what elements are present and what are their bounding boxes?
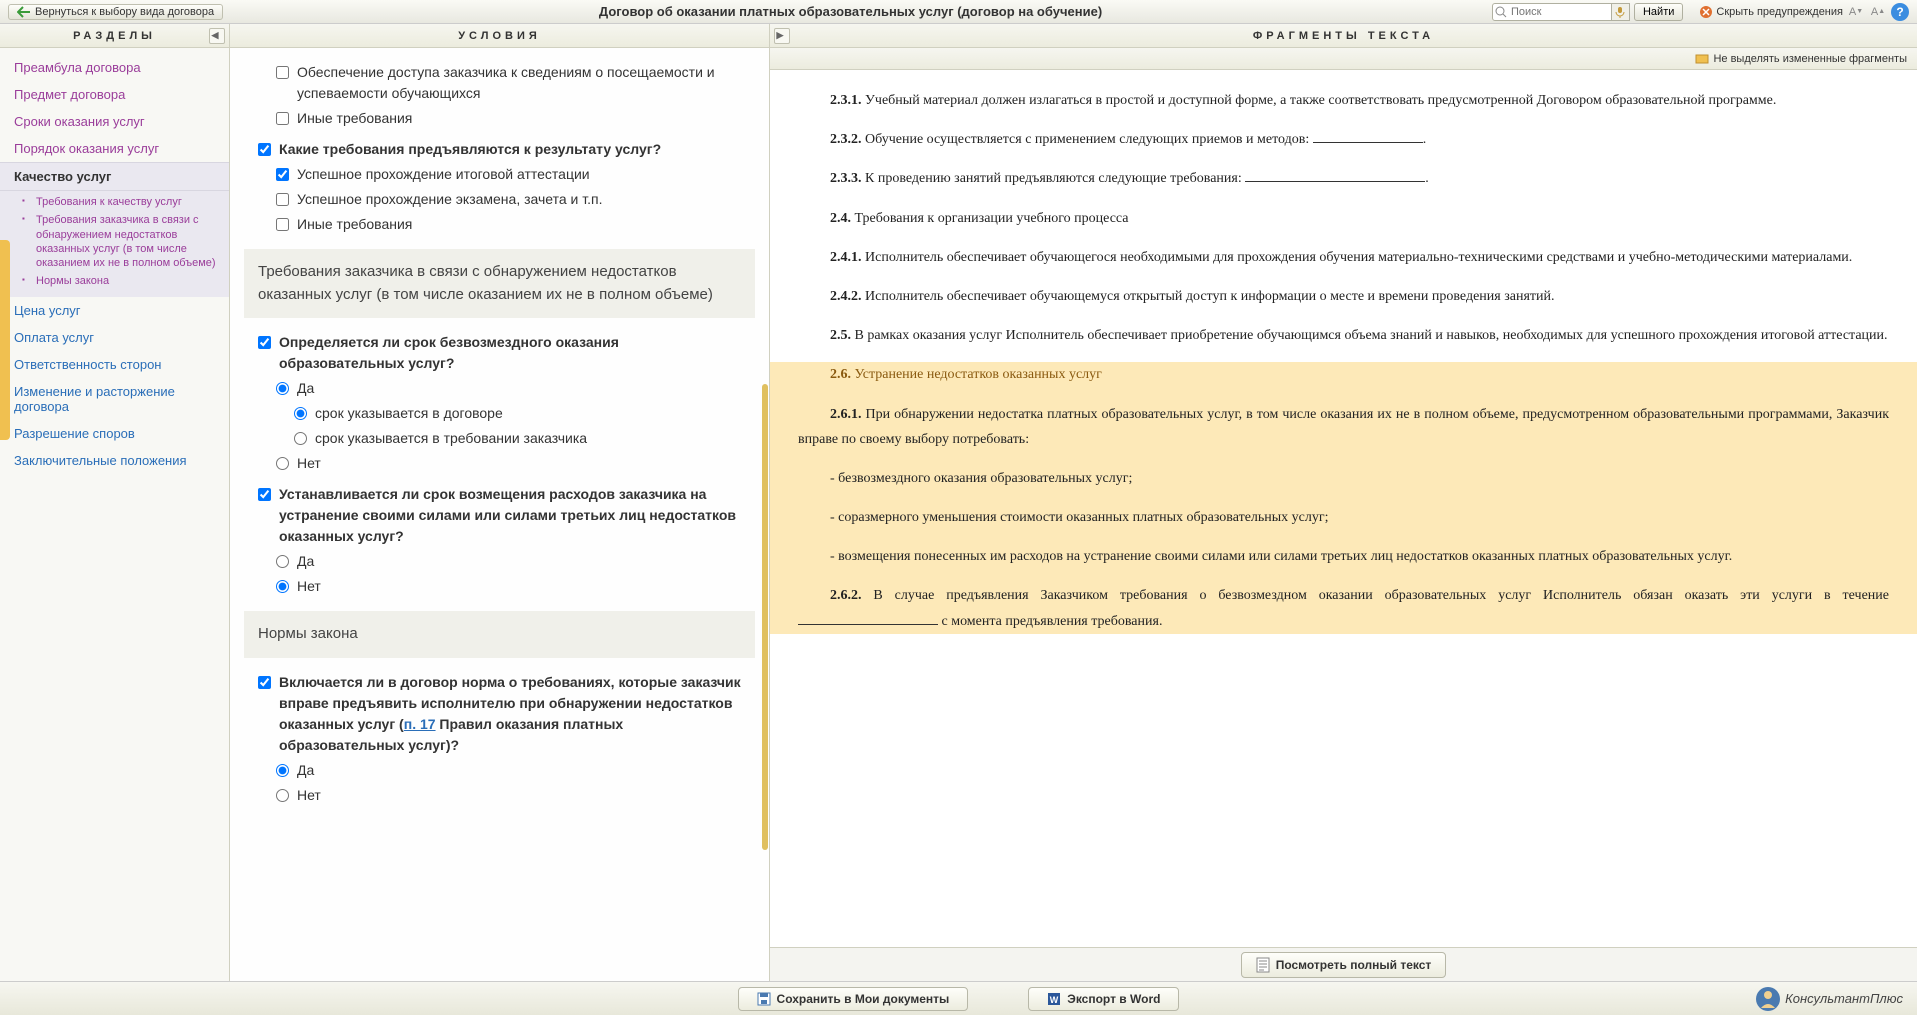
r-reimb-yes[interactable] — [276, 555, 289, 568]
section-defects-header: Требования заказчика в связи с обнаружен… — [244, 249, 755, 318]
svg-text:W: W — [1050, 995, 1059, 1005]
r-norm-yes[interactable] — [276, 764, 289, 777]
nav-preamble[interactable]: Преамбула договора — [0, 54, 229, 81]
nav-subject[interactable]: Предмет договора — [0, 81, 229, 108]
nav-price[interactable]: Цена услуг — [0, 297, 229, 324]
side-tab-handle[interactable] — [0, 240, 10, 440]
nav-sub-quality-req[interactable]: Требования к качеству услуг — [28, 193, 229, 211]
collapse-fragments-button[interactable]: ▶ — [774, 28, 790, 44]
r-in-contract[interactable] — [294, 407, 307, 420]
r-in-demand[interactable] — [294, 432, 307, 445]
find-button[interactable]: Найти — [1634, 3, 1683, 21]
cb-other1[interactable] — [276, 112, 289, 125]
nav-sub-law[interactable]: Нормы закона — [28, 272, 229, 290]
page-title: Договор об оказании платных образователь… — [223, 4, 1478, 19]
cb-access[interactable] — [276, 66, 289, 79]
conditions-header: УСЛОВИЯ — [230, 24, 769, 48]
save-icon — [757, 992, 771, 1006]
r-reimb-no[interactable] — [276, 580, 289, 593]
mic-icon — [1615, 6, 1625, 18]
cb-other2[interactable] — [276, 218, 289, 231]
help-button[interactable]: ? — [1891, 3, 1909, 21]
brand-logo: КонсультантПлюс — [1755, 986, 1903, 1012]
font-decrease-button[interactable]: A▼ — [1847, 3, 1865, 21]
nav-liability[interactable]: Ответственность сторон — [0, 351, 229, 378]
nav-change[interactable]: Изменение и расторжение договора — [0, 378, 229, 420]
cb-reimb-q[interactable] — [258, 488, 271, 501]
collapse-sidebar-button[interactable]: ◀ — [209, 28, 225, 44]
r-norm-no[interactable] — [276, 789, 289, 802]
cb-result-q[interactable] — [258, 143, 271, 156]
r-free-yes[interactable] — [276, 382, 289, 395]
back-label: Вернуться к выбору вида договора — [35, 6, 214, 18]
word-icon: W — [1047, 992, 1061, 1006]
sections-header: РАЗДЕЛЫ ◀ — [0, 24, 229, 48]
back-button[interactable]: Вернуться к выбору вида договора — [8, 4, 223, 20]
search-input[interactable] — [1492, 3, 1612, 21]
cb-atest[interactable] — [276, 168, 289, 181]
section-law-header: Нормы закона — [244, 611, 755, 658]
fragments-header: ▶ ФРАГМЕНТЫ ТЕКСТА — [770, 24, 1917, 48]
warning-icon — [1699, 5, 1713, 19]
export-word-button[interactable]: W Экспорт в Word — [1028, 987, 1179, 1011]
highlight-icon — [1695, 52, 1709, 66]
link-p17[interactable]: п. 17 — [404, 716, 436, 732]
toggle-highlight-button[interactable]: Не выделять измененные фрагменты — [1695, 52, 1907, 66]
cb-exam[interactable] — [276, 193, 289, 206]
hide-warnings-button[interactable]: Скрыть предупреждения — [1699, 5, 1843, 19]
cb-free-term-q[interactable] — [258, 336, 271, 349]
nav-disputes[interactable]: Разрешение споров — [0, 420, 229, 447]
nav-order[interactable]: Порядок оказания услуг — [0, 135, 229, 162]
document-icon — [1256, 957, 1270, 973]
nav-payment[interactable]: Оплата услуг — [0, 324, 229, 351]
mic-button[interactable] — [1612, 3, 1630, 21]
cb-norm-q[interactable] — [258, 676, 271, 689]
conditions-scrollbar[interactable] — [761, 48, 769, 981]
nav-quality[interactable]: Качество услуг — [0, 162, 229, 191]
nav-terms[interactable]: Сроки оказания услуг — [0, 108, 229, 135]
save-button[interactable]: Сохранить в Мои документы — [738, 987, 969, 1011]
arrow-left-icon — [17, 6, 31, 18]
search-icon — [1494, 5, 1508, 19]
font-increase-button[interactable]: A▲ — [1869, 3, 1887, 21]
view-full-text-button[interactable]: Посмотреть полный текст — [1241, 952, 1447, 978]
nav-final[interactable]: Заключительные положения — [0, 447, 229, 474]
brand-icon — [1755, 986, 1781, 1012]
nav-sub-defects[interactable]: Требования заказчика в связи с обнаружен… — [28, 211, 229, 272]
r-free-no[interactable] — [276, 457, 289, 470]
